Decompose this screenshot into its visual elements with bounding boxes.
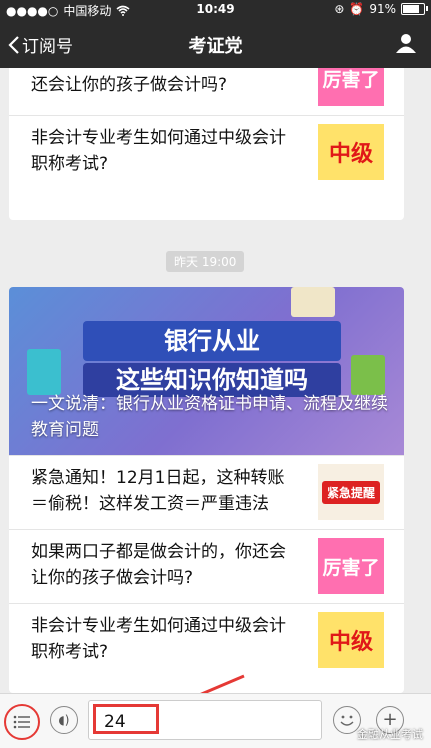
voice-button[interactable]: ◖) (50, 706, 78, 734)
account-button[interactable] (395, 32, 417, 58)
menu-toggle-button[interactable] (4, 704, 40, 740)
book-illustration (351, 355, 385, 395)
hero-article[interactable]: 银行从业 这些知识你知道吗 一文说清：银行从业资格证书申请、流程及继续教育问题 (9, 287, 404, 455)
battery-fill (403, 5, 420, 13)
article-thumbnail: 中级 (318, 124, 384, 180)
page-title: 考证党 (188, 36, 243, 57)
voice-icon: ◖) (58, 713, 70, 727)
article-thumbnail: 厉害了 (318, 538, 384, 594)
article-card: 银行从业 这些知识你知道吗 一文说清：银行从业资格证书申请、流程及继续教育问题 … (9, 287, 404, 693)
list-item[interactable]: 非会计专业考生如何通过中级会计职称考试? 中级 (9, 603, 404, 677)
article-title: 非会计专业考生如何通过中级会计职称考试? (31, 616, 286, 662)
article-thumbnail: 厉害了 (318, 68, 384, 106)
status-right: ⊛ ⏰ 91% (334, 2, 428, 16)
book-illustration (291, 287, 335, 317)
article-thumbnail: 紧急提醒 (318, 464, 384, 520)
input-toolbar: ◖) 24 + 金融从业考试 (0, 693, 431, 748)
article-thumbnail: 中级 (318, 612, 384, 668)
list-item[interactable]: 还会让你的孩子做会计吗? 厉害了 (9, 68, 404, 115)
list-item[interactable]: 非会计专业考生如何通过中级会计职称考试? 中级 (9, 115, 404, 189)
message-input-value: 24 (93, 704, 159, 734)
list-item[interactable]: 紧急通知！12月1日起，这种转账＝偷税！这样发工资＝严重违法 紧急提醒 (9, 455, 404, 529)
list-menu-icon (13, 715, 30, 729)
article-title: 紧急通知！12月1日起，这种转账＝偷税！这样发工资＝严重违法 (31, 468, 285, 514)
message-input[interactable]: 24 (88, 700, 322, 740)
book-illustration (27, 349, 61, 395)
article-card: 还会让你的孩子做会计吗? 厉害了 非会计专业考生如何通过中级会计职称考试? 中级 (9, 68, 404, 220)
article-title: 还会让你的孩子做会计吗? (31, 75, 228, 95)
watermark: 金融从业考试 (357, 728, 423, 741)
status-bar: ●●●●○ 中国移动 10:49 ⊛ ⏰ 91% (0, 0, 431, 20)
user-icon (396, 34, 416, 53)
thumbnail-label: 紧急提醒 (321, 480, 380, 504)
list-item[interactable]: 如果两口子都是做会计的，你还会让你的孩子做会计吗? 厉害了 (9, 529, 404, 603)
article-title: 如果两口子都是做会计的，你还会让你的孩子做会计吗? (31, 542, 286, 588)
message-list[interactable]: 还会让你的孩子做会计吗? 厉害了 非会计专业考生如何通过中级会计职称考试? 中级… (0, 68, 431, 693)
alarm-icon: ⏰ (349, 2, 365, 16)
timestamp: 昨天 19:00 (166, 251, 245, 272)
hero-caption: 一文说清：银行从业资格证书申请、流程及继续教育问题 (31, 394, 388, 440)
hero-heading: 银行从业 (83, 321, 341, 361)
orientation-lock-icon: ⊛ (334, 2, 345, 16)
battery-percent: 91% (369, 2, 396, 16)
battery-icon (401, 3, 428, 15)
article-title: 非会计专业考生如何通过中级会计职称考试? (31, 128, 286, 174)
nav-bar: 订阅号 考证党 (0, 20, 431, 68)
